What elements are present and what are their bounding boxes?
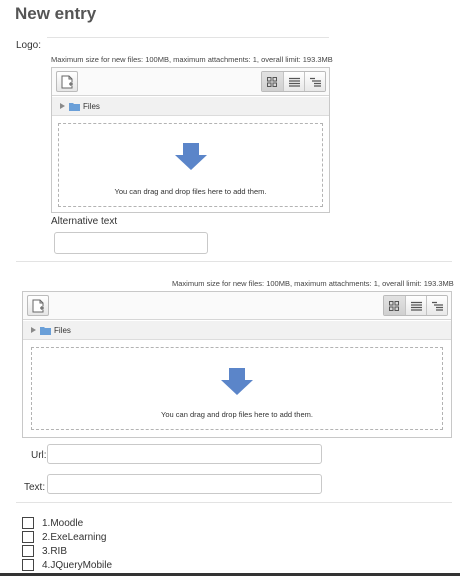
divider (16, 502, 452, 503)
logo-upload-limits: Maximum size for new files: 100MB, maxim… (51, 55, 333, 64)
view-switcher (383, 295, 448, 316)
alt-text-input[interactable] (54, 232, 208, 254)
view-icons-button[interactable] (384, 296, 405, 315)
media-upload-limits: Maximum size for new files: 100MB, maxim… (172, 279, 454, 288)
view-tree-button[interactable] (304, 72, 325, 91)
logo-file-picker: Files You can drag and drop files here t… (51, 67, 330, 213)
path-label[interactable]: Files (83, 102, 100, 111)
option-label: 3.RIB (42, 546, 68, 557)
drop-arrow-icon (174, 143, 207, 170)
divider (16, 261, 452, 262)
view-tree-button[interactable] (426, 296, 447, 315)
option-checkbox[interactable] (22, 531, 34, 543)
option-checkbox[interactable] (22, 559, 34, 571)
drop-zone-text: You can drag and drop files here to add … (114, 187, 267, 196)
file-picker-toolbar (23, 292, 451, 320)
alt-text-label: Alternative text (51, 216, 118, 227)
option-checkbox[interactable] (22, 517, 34, 529)
drop-zone[interactable]: You can drag and drop files here to add … (58, 123, 323, 207)
tree-view-icon (432, 301, 443, 311)
view-icons-button[interactable] (262, 72, 283, 91)
expand-arrow-icon[interactable] (31, 327, 36, 333)
page-title: New entry (15, 4, 97, 23)
list-view-icon (289, 77, 300, 87)
list-view-icon (411, 301, 422, 311)
expand-arrow-icon[interactable] (60, 103, 65, 109)
drop-arrow-icon (221, 368, 253, 395)
add-file-button[interactable] (27, 295, 49, 316)
add-file-icon (61, 75, 73, 89)
text-label: Text: (24, 482, 46, 493)
view-list-button[interactable] (283, 72, 304, 91)
tree-view-icon (310, 77, 321, 87)
drop-zone[interactable]: You can drag and drop files here to add … (31, 347, 443, 430)
media-file-picker: Files You can drag and drop files here t… (22, 291, 452, 438)
divider (47, 37, 329, 38)
add-file-button[interactable] (56, 71, 78, 92)
view-list-button[interactable] (405, 296, 426, 315)
icon-view-icon (267, 77, 277, 87)
view-switcher (261, 71, 326, 92)
option-label: 1.Moodle (42, 518, 84, 529)
add-file-icon (32, 299, 44, 313)
file-picker-toolbar (52, 68, 329, 96)
option-label: 2.ExeLearning (42, 532, 107, 543)
option-checkbox[interactable] (22, 545, 34, 557)
folder-icon (69, 103, 80, 111)
logo-label: Logo: (16, 40, 42, 51)
path-label[interactable]: Files (54, 326, 71, 335)
option-label: 4.JQueryMobile (42, 560, 113, 571)
file-picker-path: Files (52, 97, 329, 116)
icon-view-icon (389, 301, 399, 311)
url-label: Url: (31, 450, 47, 461)
drop-zone-text: You can drag and drop files here to add … (161, 410, 313, 419)
url-input[interactable] (47, 444, 322, 464)
text-input[interactable] (47, 474, 322, 494)
folder-icon (40, 327, 51, 335)
file-picker-path: Files (23, 321, 451, 340)
